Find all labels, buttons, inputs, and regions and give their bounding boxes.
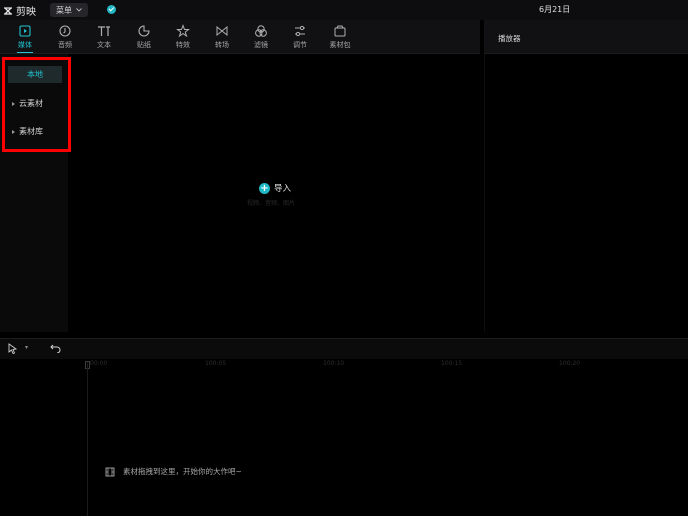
import-hint: 视频、音频、图片 — [247, 200, 296, 207]
tab-audio[interactable]: 音频 — [47, 23, 83, 53]
import-button[interactable]: + 导入 — [259, 182, 291, 194]
capcut-logo-icon — [4, 6, 12, 15]
undo-icon[interactable] — [50, 343, 61, 353]
select-cursor-icon[interactable] — [8, 343, 18, 354]
timeline-empty-hint: 素材拖拽到这里，开始你的大作吧~ — [105, 466, 242, 477]
player-title: 播放器 — [498, 34, 521, 43]
tab-package[interactable]: 素材包 — [322, 23, 358, 53]
tool-bar: 媒体 音频 文本 贴纸 特效 转场 滤镜 调节 素材包 — [0, 20, 480, 54]
app-name: 剪映 — [16, 7, 36, 18]
highlight-box — [2, 57, 71, 152]
tab-label: 素材包 — [329, 41, 351, 49]
chevron-down-icon — [76, 8, 82, 12]
tick-label: 100:05 — [205, 360, 227, 367]
tab-label: 特效 — [176, 41, 190, 49]
audio-icon — [59, 25, 71, 37]
adjust-icon — [295, 25, 305, 37]
menu-label: 菜单 — [56, 5, 72, 15]
tab-label: 转场 — [215, 41, 229, 49]
tab-label: 音频 — [58, 41, 72, 49]
tab-sticker[interactable]: 贴纸 — [126, 23, 162, 53]
sticker-icon — [138, 25, 150, 37]
tick-label: 100:15 — [441, 360, 463, 367]
tick-label: 100:20 — [559, 360, 581, 367]
tab-effects[interactable]: 特效 — [165, 23, 201, 53]
tab-label: 调节 — [293, 41, 307, 49]
transition-icon — [216, 25, 228, 37]
package-icon — [334, 25, 346, 37]
timeline-toolbar: ▾ — [0, 338, 688, 359]
chevron-down-icon[interactable]: ▾ — [25, 344, 28, 351]
app-logo: 剪映 — [3, 3, 36, 18]
player-panel — [484, 54, 688, 332]
sync-status-icon — [107, 5, 116, 14]
film-icon — [105, 467, 115, 476]
menu-button[interactable]: 菜单 — [50, 3, 88, 17]
tab-label: 滤镜 — [254, 41, 268, 49]
player-header: 播放器 — [484, 20, 688, 54]
import-label: 导入 — [274, 184, 292, 194]
tab-adjust[interactable]: 调节 — [282, 23, 318, 53]
date-label: 6月21日 — [539, 5, 571, 14]
tick-label: 100:10 — [323, 360, 345, 367]
tab-text[interactable]: 文本 — [86, 23, 122, 53]
tab-filter[interactable]: 滤镜 — [243, 23, 279, 53]
tab-media[interactable]: 媒体 — [7, 23, 43, 53]
tick-label: 00:00 — [90, 360, 108, 367]
plus-icon: + — [259, 182, 270, 194]
title-bar: 剪映 菜单 6月21日 — [0, 0, 688, 20]
text-icon — [98, 26, 110, 36]
timeline-start-line — [87, 362, 88, 516]
timeline-ruler: 00:00 100:05 100:10 100:15 100:20 — [87, 360, 688, 372]
tab-label: 文本 — [97, 41, 111, 49]
media-icon — [19, 25, 31, 37]
filter-icon — [255, 25, 267, 37]
tab-label: 媒体 — [18, 41, 32, 49]
tab-label: 贴纸 — [137, 41, 151, 49]
tab-transition[interactable]: 转场 — [204, 23, 240, 53]
empty-hint-text: 素材拖拽到这里，开始你的大作吧~ — [123, 467, 242, 476]
effects-icon — [176, 24, 190, 38]
